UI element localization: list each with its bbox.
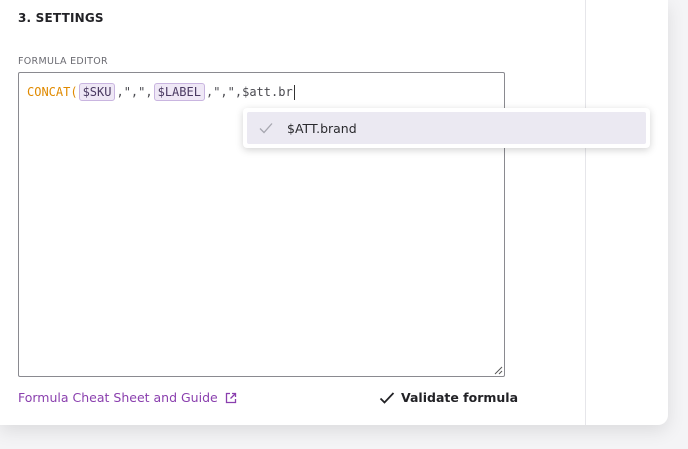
typing-token: $att.br xyxy=(242,85,293,99)
cheat-sheet-link[interactable]: Formula Cheat Sheet and Guide xyxy=(18,390,237,405)
variable-token-label[interactable]: $LABEL xyxy=(153,83,205,101)
text-caret xyxy=(293,84,295,100)
formula-line[interactable]: CONCAT( $SKU ,",", $LABEL ,",", $att.br xyxy=(27,81,295,103)
cheat-sheet-link-label: Formula Cheat Sheet and Guide xyxy=(18,390,218,405)
settings-panel: 3. SETTINGS FORMULA EDITOR CONCAT( $SKU … xyxy=(0,0,668,425)
autocomplete-dropdown: $ATT.brand xyxy=(243,108,650,148)
section-title: 3. SETTINGS xyxy=(18,11,104,25)
validate-formula-label: Validate formula xyxy=(401,390,519,405)
resize-handle-icon[interactable] xyxy=(494,366,503,375)
external-link-icon xyxy=(225,392,236,403)
check-icon xyxy=(379,391,395,404)
vertical-divider xyxy=(585,0,586,425)
check-icon xyxy=(259,123,273,134)
variable-token-sku[interactable]: $SKU xyxy=(78,83,116,101)
autocomplete-item-label: $ATT.brand xyxy=(287,120,357,136)
separator-token: ,",", xyxy=(116,85,153,99)
formula-editor-label: FORMULA EDITOR xyxy=(18,56,108,67)
function-token: CONCAT( xyxy=(27,85,78,99)
validate-formula-button[interactable]: Validate formula xyxy=(379,390,518,405)
separator-token: ,",", xyxy=(205,85,243,99)
autocomplete-item[interactable]: $ATT.brand xyxy=(247,112,646,144)
